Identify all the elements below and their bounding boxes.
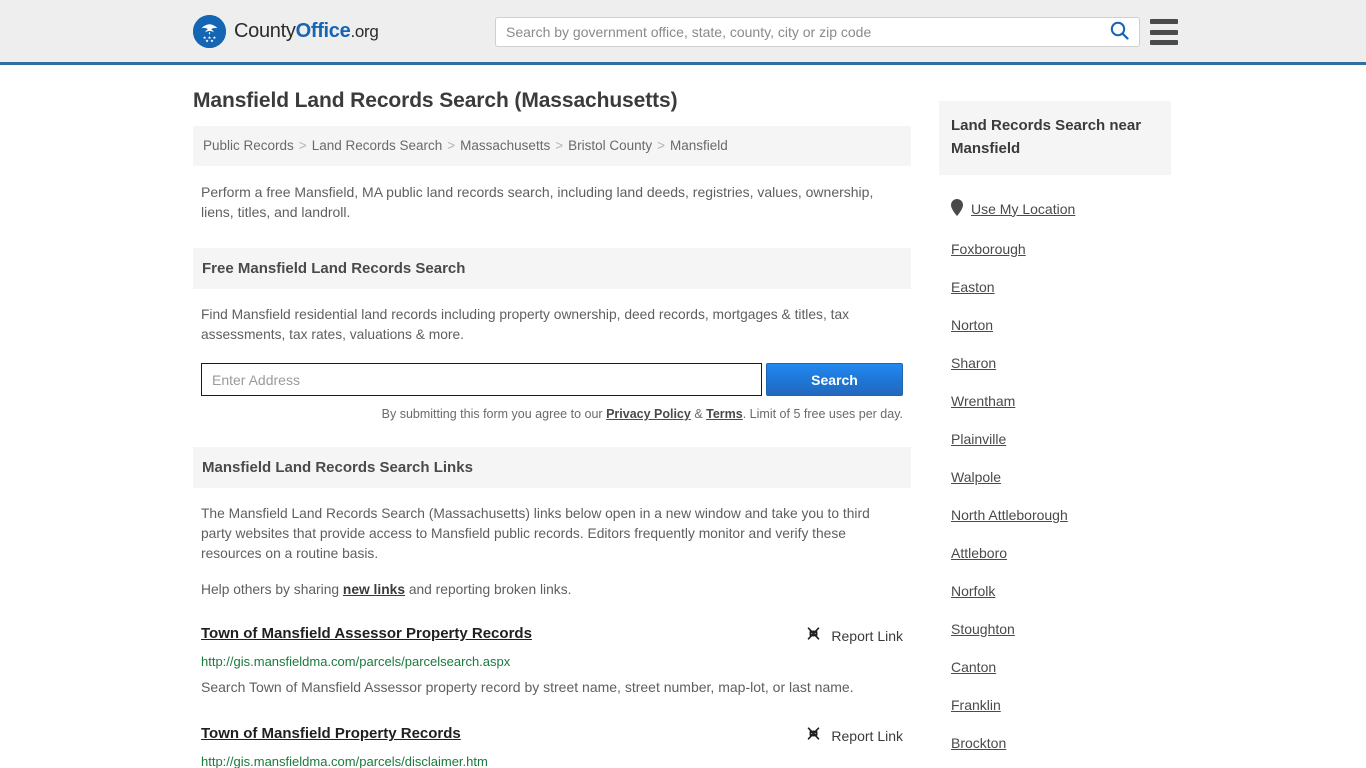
- free-search-heading: Free Mansfield Land Records Search: [193, 248, 911, 290]
- breadcrumb-separator: >: [447, 138, 456, 153]
- site-logo-text: CountyOffice.org: [234, 20, 379, 43]
- record-link-url[interactable]: http://gis.mansfieldma.com/parcels/discl…: [201, 753, 903, 768]
- records-link-list: Town of Mansfield Assessor Property Reco…: [193, 624, 911, 768]
- sidebar-item-stoughton[interactable]: Stoughton: [939, 610, 1171, 648]
- global-search-bar: [495, 17, 1140, 47]
- breadcrumb-separator: >: [657, 138, 666, 153]
- brand-part-org: .org: [350, 21, 379, 41]
- help-text-pre: Help others by sharing: [201, 582, 343, 598]
- broken-link-icon: [805, 725, 822, 747]
- sidebar-item-label[interactable]: Wrentham: [951, 393, 1015, 409]
- links-section-help-text: Help others by sharing new links and rep…: [193, 580, 911, 600]
- disclaimer-text-pre: By submitting this form you agree to our: [381, 407, 607, 422]
- sidebar-item-label[interactable]: Plainville: [951, 431, 1006, 447]
- sidebar-item-label[interactable]: Foxborough: [951, 241, 1026, 257]
- search-icon: [1110, 21, 1129, 43]
- sidebar-item-plainville[interactable]: Plainville: [939, 420, 1171, 458]
- sidebar-item-sharon[interactable]: Sharon: [939, 344, 1171, 382]
- sidebar-item-use-my-location[interactable]: Use My Location: [939, 188, 1171, 230]
- free-search-description: Find Mansfield residential land records …: [201, 307, 850, 343]
- main-content: Mansfield Land Records Search (Massachus…: [193, 65, 911, 768]
- sidebar: Land Records Search near Mansfield Use M…: [939, 65, 1171, 768]
- use-my-location-link[interactable]: Use My Location: [971, 201, 1075, 217]
- page-body: Mansfield Land Records Search (Massachus…: [0, 65, 1366, 768]
- breadcrumb-item-bristol-county[interactable]: Bristol County: [568, 138, 652, 153]
- sidebar-item-label[interactable]: Norfolk: [951, 583, 995, 599]
- new-links-link[interactable]: new links: [343, 582, 405, 597]
- sidebar-item-label[interactable]: Easton: [951, 279, 995, 295]
- hamburger-menu-icon-bar: [1150, 19, 1178, 24]
- disclaimer-text-post: . Limit of 5 free uses per day.: [742, 407, 903, 422]
- sidebar-item-label[interactable]: Franklin: [951, 697, 1001, 713]
- links-section-paragraph: The Mansfield Land Records Search (Massa…: [201, 506, 870, 562]
- sidebar-item-label[interactable]: Attleboro: [951, 545, 1007, 561]
- site-header: CountyOffice.org: [0, 0, 1366, 65]
- sidebar-item-attleboro[interactable]: Attleboro: [939, 534, 1171, 572]
- sidebar-item-label[interactable]: Stoughton: [951, 621, 1015, 637]
- record-link-title[interactable]: Town of Mansfield Assessor Property Reco…: [201, 624, 532, 644]
- report-link-label: Report Link: [831, 728, 903, 745]
- hamburger-menu-icon-bar: [1150, 29, 1178, 35]
- privacy-policy-link[interactable]: Privacy Policy: [606, 407, 691, 421]
- hamburger-menu-button[interactable]: [1150, 19, 1178, 45]
- sidebar-nearby-list: Foxborough Easton Norton Sharon Wrentham Plai…: [939, 230, 1171, 768]
- breadcrumb-separator: >: [298, 138, 307, 153]
- sidebar-item-north-attleborough[interactable]: North Attleborough: [939, 496, 1171, 534]
- map-pin-icon: [951, 198, 963, 219]
- sidebar-item-norton[interactable]: Norton: [939, 306, 1171, 344]
- sidebar-item-label[interactable]: North Attleborough: [951, 507, 1068, 523]
- breadcrumb-item-massachusetts[interactable]: Massachusetts: [460, 138, 550, 153]
- record-link-title[interactable]: Town of Mansfield Property Records: [201, 724, 461, 744]
- sidebar-item-norfolk[interactable]: Norfolk: [939, 572, 1171, 610]
- global-search-input[interactable]: [496, 18, 1106, 46]
- brand-part-county: County: [234, 19, 296, 42]
- help-text-post: and reporting broken links.: [405, 582, 572, 598]
- county-office-eagle-logo-icon: [193, 14, 226, 48]
- sidebar-item-norwood[interactable]: Norwood: [939, 762, 1171, 768]
- sidebar-item-canton[interactable]: Canton: [939, 648, 1171, 686]
- global-search-submit-button[interactable]: [1106, 18, 1139, 46]
- record-link-description: Search Town of Mansfield Assessor proper…: [201, 679, 854, 696]
- broken-link-icon: [805, 625, 822, 647]
- sidebar-item-label[interactable]: Sharon: [951, 355, 996, 371]
- record-link-entry: Town of Mansfield Assessor Property Reco…: [193, 624, 911, 700]
- terms-link[interactable]: Terms: [706, 407, 743, 421]
- site-logo-link[interactable]: CountyOffice.org: [193, 14, 379, 48]
- breadcrumb-item-mansfield: Mansfield: [670, 138, 728, 153]
- sidebar-heading: Land Records Search near Mansfield: [939, 101, 1171, 176]
- address-search-button[interactable]: Search: [765, 363, 903, 397]
- record-link-header-row: Town of Mansfield Assessor Property Reco…: [201, 624, 903, 647]
- record-link-entry: Town of Mansfield Property Records Report…: [193, 724, 911, 768]
- sidebar-item-wrentham[interactable]: Wrentham: [939, 382, 1171, 420]
- sidebar-item-label[interactable]: Canton: [951, 659, 996, 675]
- sidebar-item-foxborough[interactable]: Foxborough: [939, 230, 1171, 268]
- page-intro-text: Perform a free Mansfield, MA public land…: [201, 184, 874, 221]
- breadcrumb-separator: >: [555, 138, 564, 153]
- address-search-input[interactable]: [201, 363, 762, 397]
- form-disclaimer: By submitting this form you agree to our…: [193, 407, 911, 421]
- breadcrumb-item-public-records[interactable]: Public Records: [203, 138, 294, 153]
- sidebar-item-brockton[interactable]: Brockton: [939, 724, 1171, 762]
- address-search-form: Search: [193, 363, 911, 397]
- record-link-header-row: Town of Mansfield Property Records Report…: [201, 724, 903, 747]
- breadcrumb-item-land-records-search[interactable]: Land Records Search: [312, 138, 443, 153]
- breadcrumb: Public Records > Land Records Search > Massa…: [193, 126, 911, 167]
- brand-part-office: Office: [295, 19, 351, 42]
- disclaimer-amp: &: [690, 407, 707, 422]
- report-link-button[interactable]: Report Link: [805, 624, 903, 647]
- report-link-button[interactable]: Report Link: [805, 724, 903, 747]
- report-link-label: Report Link: [831, 628, 903, 645]
- sidebar-item-walpole[interactable]: Walpole: [939, 458, 1171, 496]
- sidebar-item-label[interactable]: Norton: [951, 317, 993, 333]
- sidebar-item-franklin[interactable]: Franklin: [939, 686, 1171, 724]
- record-link-url[interactable]: http://gis.mansfieldma.com/parcels/parce…: [201, 653, 903, 671]
- sidebar-item-label[interactable]: Brockton: [951, 735, 1006, 751]
- sidebar-item-label[interactable]: Walpole: [951, 469, 1001, 485]
- page-title: Mansfield Land Records Search (Massachus…: [193, 89, 678, 112]
- sidebar-item-easton[interactable]: Easton: [939, 268, 1171, 306]
- hamburger-menu-icon-bar: [1150, 40, 1178, 45]
- links-section-heading: Mansfield Land Records Search Links: [193, 447, 911, 489]
